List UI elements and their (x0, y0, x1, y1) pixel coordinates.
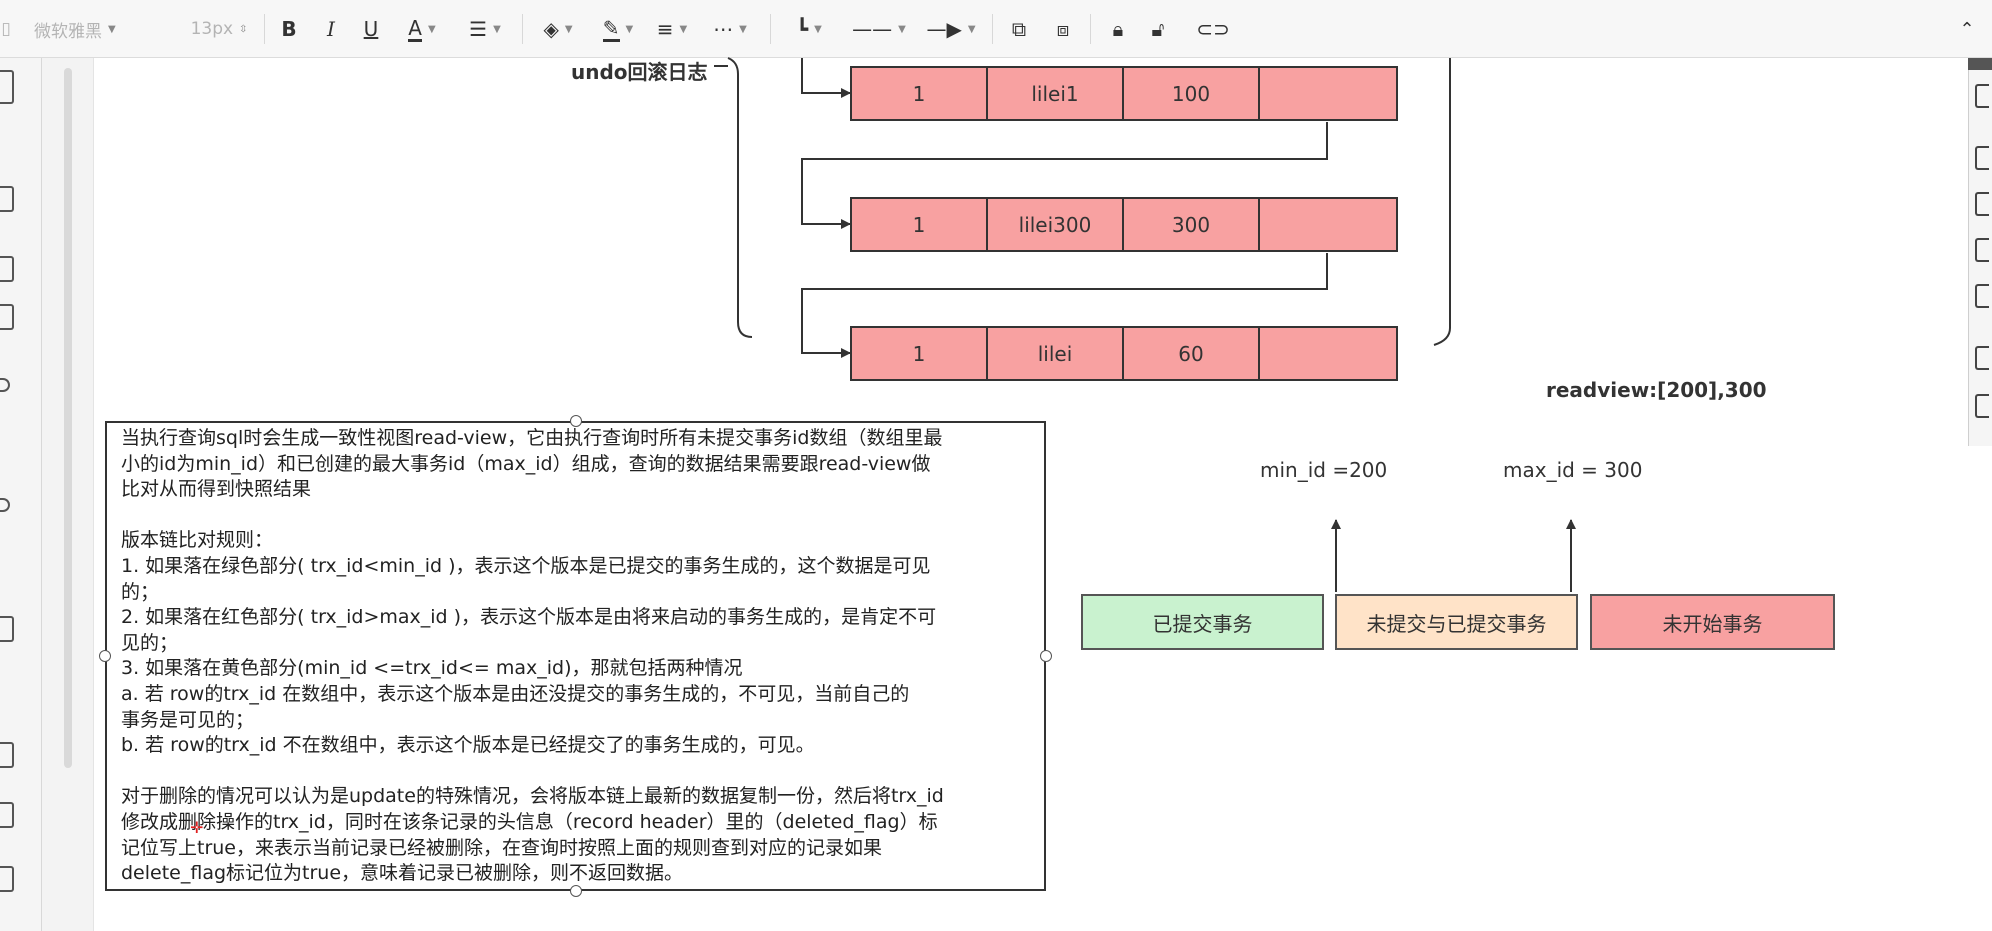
drawing-app: ▯ 微软雅黑 ▼ 13px ⇳ B I U A ▼ ☰ ▼ ◈ ▼ ✎ ▼ ≡ ▼ ⋯ ▼ (0, 0, 1992, 931)
record-cell-name: lilei (988, 328, 1124, 379)
record-cell-extra (1260, 199, 1396, 250)
undo-log-label: undo回滚日志 (571, 60, 708, 84)
readview-label: readview:[200],300 (1546, 378, 1767, 402)
note-line (121, 503, 1044, 529)
cursor-crosshair-icon: ✛ (190, 818, 204, 837)
undo-record-3[interactable]: 1 lilei 60 (850, 326, 1398, 381)
note-line: 对于删除的情况可以认为是update的特殊情况，会将版本链上最新的数据复制一份，… (121, 785, 944, 808)
note-line: b. 若 row的trx_id 不在数组中，表示这个版本是已经提交了的事务生成的… (121, 734, 815, 757)
note-line: 1. 如果落在绿色部分( trx_id<min_id )，表示这个版本是已提交的… (121, 554, 931, 577)
record-cell-extra (1260, 68, 1396, 119)
record-cell-id: 1 (852, 68, 988, 119)
record-cell-value: 100 (1124, 68, 1260, 119)
max-id-label: max_id = 300 (1503, 458, 1643, 482)
note-line: 的； (121, 580, 160, 603)
record-cell-id: 1 (852, 328, 988, 379)
record-cell-value: 60 (1124, 328, 1260, 379)
note-line (121, 759, 1044, 785)
note-line: 当执行查询sql时会生成一致性视图read-view，它由执行查询时所有未提交事… (121, 427, 943, 449)
segment-committed[interactable]: 已提交事务 (1081, 594, 1324, 650)
note-line: 修改成删除操作的trx_id，同时在该条记录的头信息（record header… (121, 810, 938, 833)
connector-to-record-1 (801, 58, 851, 98)
segment-mixed[interactable]: 未提交与已提交事务 (1335, 594, 1578, 650)
record-cell-value: 300 (1124, 199, 1260, 250)
record-cell-id: 1 (852, 199, 988, 250)
segment-not-started[interactable]: 未开始事务 (1590, 594, 1835, 650)
resize-handle-left[interactable] (99, 650, 111, 662)
undo-record-1[interactable]: 1 lilei1 100 (850, 66, 1398, 121)
record-cell-name: lilei300 (988, 199, 1124, 250)
note-line: 3. 如果落在黄色部分(min_id <=trx_id<= max_id)，那就… (121, 657, 743, 680)
resize-handle-bottom[interactable] (570, 885, 582, 897)
record-cell-name: lilei1 (988, 68, 1124, 119)
undo-brace-right (1433, 58, 1451, 346)
undo-record-2[interactable]: 1 lilei300 300 (850, 197, 1398, 252)
resize-handle-right[interactable] (1040, 650, 1052, 662)
note-line: 版本链比对规则： (121, 529, 274, 552)
note-line: 见的； (121, 631, 179, 654)
min-id-label: min_id =200 (1260, 458, 1388, 482)
note-line: 记位写上true，来表示当前记录已经被删除，在查询时按照上面的规则查到对应的记录… (121, 836, 882, 859)
note-line: 比对从而得到快照结果 (121, 478, 312, 501)
rules-text-box[interactable]: 当执行查询sql时会生成一致性视图read-view，它由执行查询时所有未提交事… (105, 421, 1046, 891)
undo-brace-left (727, 57, 753, 338)
note-line: 事务是可见的； (121, 708, 255, 731)
record-cell-extra (1260, 328, 1396, 379)
note-line: a. 若 row的trx_id 在数组中，表示这个版本是由还没提交的事务生成的，… (121, 682, 910, 705)
note-line: delete_flag标记位为true，意味着记录已被删除，则不返回数据。 (121, 862, 684, 885)
note-line: 小的id为min_id）和已创建的最大事务id（max_id）组成，查询的数据结… (121, 452, 931, 475)
note-line: 2. 如果落在红色部分( trx_id>max_id )，表示这个版本是由将来启… (121, 606, 937, 629)
resize-handle-top[interactable] (570, 415, 582, 427)
